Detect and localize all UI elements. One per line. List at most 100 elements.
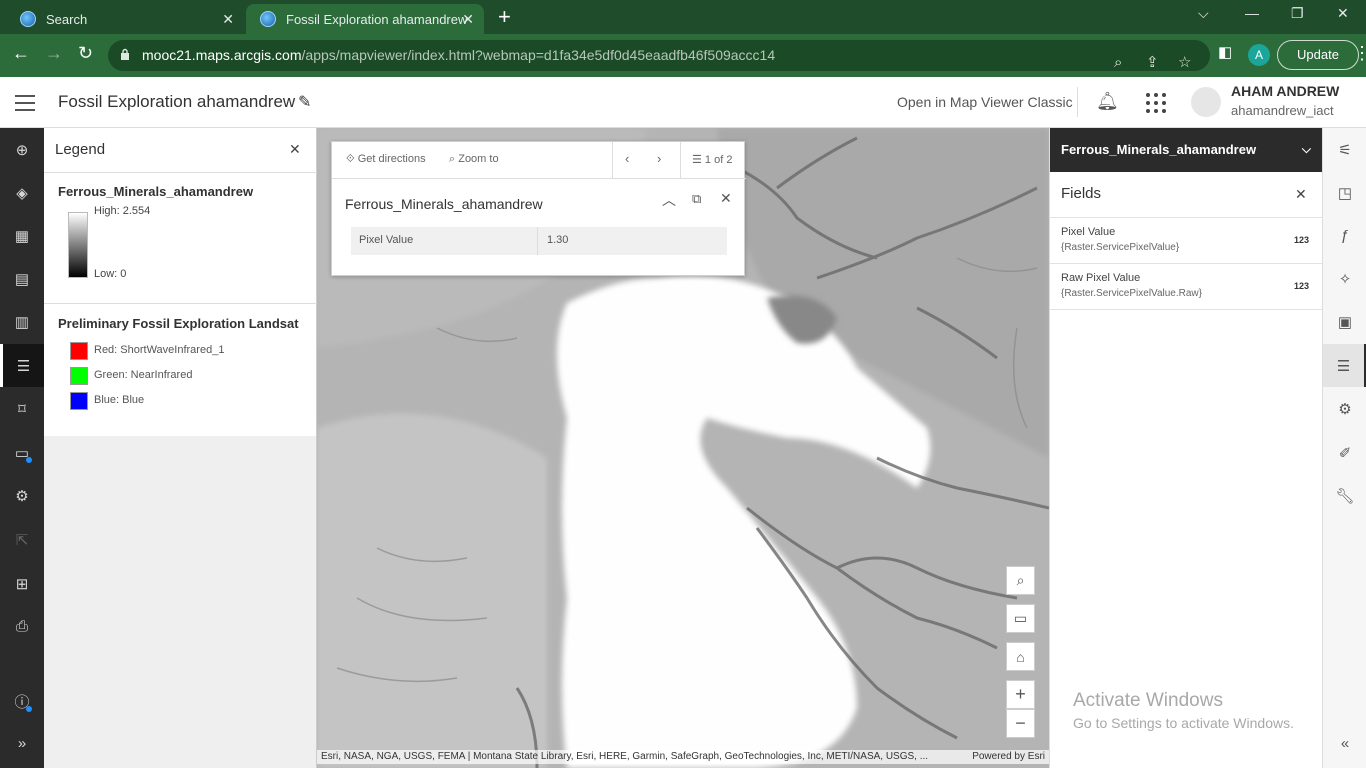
back-icon[interactable]: ← [12, 43, 30, 64]
field-name: Raw Pixel Value [1061, 272, 1141, 284]
get-directions-button[interactable]: ⟐ Get directions [346, 153, 426, 166]
update-button[interactable]: Update [1277, 40, 1359, 70]
fields-icon[interactable]: ☰ [1323, 344, 1366, 387]
number-type-icon: 123 [1293, 235, 1309, 245]
forward-icon[interactable]: → [45, 43, 63, 64]
number-type-icon: 123 [1293, 281, 1309, 291]
save-icon[interactable]: ▭ [0, 431, 44, 474]
reload-icon[interactable]: ↻ [78, 43, 93, 64]
zoom-to-button[interactable]: ⌕ Zoom to [449, 153, 499, 166]
close-window-icon[interactable]: ✕ [1337, 5, 1349, 22]
popup-toolbar: ⟐ Get directions ⌕ Zoom to ‹ › ☰ 1 of 2 [332, 142, 746, 179]
chevron-down-icon[interactable]: ⌵ [1302, 142, 1311, 157]
divider [537, 227, 538, 255]
legend-layer-title: Ferrous_Minerals_ahamandrew [58, 184, 254, 199]
edit-pencil-icon[interactable]: ✎ [298, 92, 311, 112]
user-name[interactable]: AHAM ANDREW [1231, 83, 1339, 99]
app-launcher-icon[interactable] [1146, 93, 1166, 113]
sidepanel-icon[interactable]: ◧ [1218, 43, 1232, 61]
info-icon[interactable]: ⓘ [0, 680, 44, 723]
legend-panel: Legend ✕ Ferrous_Minerals_ahamandrew Hig… [44, 128, 317, 768]
sketch-icon[interactable]: ✐ [1323, 431, 1366, 474]
add-icon[interactable]: ⊕ [0, 128, 44, 171]
browser-tab-strip: Search ✕ Fossil Exploration ahamandrew ✕… [0, 0, 1366, 34]
color-ramp [68, 212, 88, 278]
left-action-bar: ⊕ ◈ ▦ ▤ ▥ ☰ ⌑ ▭ ⚙ ⇱ ⊞ ⎙ ⓘ » [0, 128, 44, 768]
ramp-low-label: Low: 0 [94, 268, 127, 280]
styles-icon[interactable]: ◳ [1323, 171, 1366, 214]
new-tab-icon[interactable]: + [498, 4, 511, 30]
activation-watermark-text: Go to Settings to activate Windows. [1073, 715, 1294, 731]
url-host: mooc21.maps.arcgis.com [142, 47, 302, 63]
close-icon[interactable]: ✕ [1295, 186, 1307, 203]
collapse-icon[interactable]: ︿ [662, 190, 676, 210]
close-icon[interactable]: ✕ [462, 11, 474, 28]
more-icon[interactable]: ⋮ [1353, 43, 1366, 64]
minimize-icon[interactable]: — [1245, 5, 1259, 21]
print-icon[interactable]: ⎙ [0, 605, 44, 648]
wrench-icon[interactable]: 🔧︎ [1323, 474, 1366, 517]
dock-icon[interactable]: ⧉ [692, 191, 701, 207]
effects-icon[interactable]: ✧ [1323, 257, 1366, 300]
chevron-down-icon[interactable]: ⌵ [1198, 5, 1209, 22]
expand-icon[interactable]: » [0, 722, 44, 765]
share-icon[interactable]: ⇱ [0, 518, 44, 561]
legend-item-label: Blue: Blue [94, 394, 145, 406]
home-icon[interactable]: ⌂ [1006, 642, 1035, 671]
analysis-icon[interactable]: ⚙ [1323, 387, 1366, 430]
zoom-to-label: Zoom to [458, 153, 499, 165]
zoom-icon[interactable]: ⌕ [1114, 47, 1122, 78]
screen-icon[interactable]: ▭ [1006, 604, 1035, 633]
collapse-left-icon[interactable]: « [1323, 722, 1366, 765]
chevron-left-icon[interactable]: ‹ [625, 151, 629, 166]
open-classic-link[interactable]: Open in Map Viewer Classic [897, 94, 1073, 110]
address-bar[interactable]: mooc21.maps.arcgis.com/apps/mapviewer/in… [108, 40, 1210, 71]
field-expression: {Raster.ServicePixelValue} [1061, 242, 1180, 253]
avatar[interactable] [1191, 87, 1221, 117]
bookmarks-icon[interactable]: ⌑ [0, 387, 44, 430]
search-icon[interactable]: ⌕ [1006, 566, 1035, 595]
get-directions-label: Get directions [357, 153, 426, 165]
attribution-text: Esri, NASA, NGA, USGS, FEMA | Montana St… [321, 751, 929, 762]
zoom-out-button[interactable]: − [1006, 709, 1035, 738]
close-icon[interactable]: ✕ [222, 11, 234, 28]
layer-selector[interactable]: Ferrous_Minerals_ahamandrew ⌵ [1050, 128, 1323, 172]
tab-search[interactable]: Search ✕ [6, 4, 244, 34]
user-id: ahamandrew_iact [1231, 103, 1334, 118]
filter-fx-icon[interactable]: ƒ [1323, 214, 1366, 257]
list-item[interactable]: Raw Pixel Value {Raster.ServicePixelValu… [1050, 263, 1323, 310]
apps-icon[interactable]: ⊞ [0, 562, 44, 605]
menu-icon[interactable] [15, 95, 35, 116]
panel-title: Legend [55, 141, 106, 158]
profile-avatar[interactable]: A [1248, 44, 1270, 66]
ramp-high-label: High: 2.554 [94, 205, 151, 217]
maximize-icon[interactable]: ❐ [1291, 5, 1304, 22]
legend-icon[interactable]: ☰ [0, 344, 44, 387]
popup: ⟐ Get directions ⌕ Zoom to ‹ › ☰ 1 of 2 … [331, 141, 746, 276]
settings-icon[interactable]: ⚙ [0, 474, 44, 517]
basemap-icon[interactable]: ▤ [0, 257, 44, 300]
url-path: /apps/mapviewer/index.html?webmap=d1fa34… [301, 47, 776, 63]
close-icon[interactable]: ✕ [720, 190, 732, 207]
globe-icon [260, 11, 276, 27]
properties-icon[interactable]: ⚟ [1323, 128, 1366, 171]
layers-icon[interactable]: ◈ [0, 171, 44, 214]
popups-icon[interactable]: ▣ [1323, 300, 1366, 343]
star-icon[interactable]: ☆ [1178, 47, 1191, 78]
globe-icon [20, 11, 36, 27]
close-icon[interactable]: ✕ [289, 141, 301, 158]
feature-pager[interactable]: ☰ 1 of 2 [692, 153, 732, 166]
layer-name: Ferrous_Minerals_ahamandrew [1061, 142, 1257, 157]
divider [44, 172, 317, 173]
chevron-right-icon[interactable]: › [657, 151, 661, 166]
bell-icon[interactable]: 🔔︎ [1096, 91, 1119, 112]
powered-by[interactable]: Powered by Esri [972, 750, 1045, 764]
charts-icon[interactable]: ▥ [0, 300, 44, 343]
divider [612, 142, 613, 179]
field-expression: {Raster.ServicePixelValue.Raw} [1061, 288, 1202, 299]
zoom-in-button[interactable]: + [1006, 680, 1035, 709]
tab-fossil-exploration[interactable]: Fossil Exploration ahamandrew ✕ [246, 4, 484, 34]
tables-icon[interactable]: ▦ [0, 214, 44, 257]
share-icon[interactable]: ⇪ [1146, 47, 1159, 78]
list-item[interactable]: Pixel Value {Raster.ServicePixelValue} 1… [1050, 217, 1323, 264]
